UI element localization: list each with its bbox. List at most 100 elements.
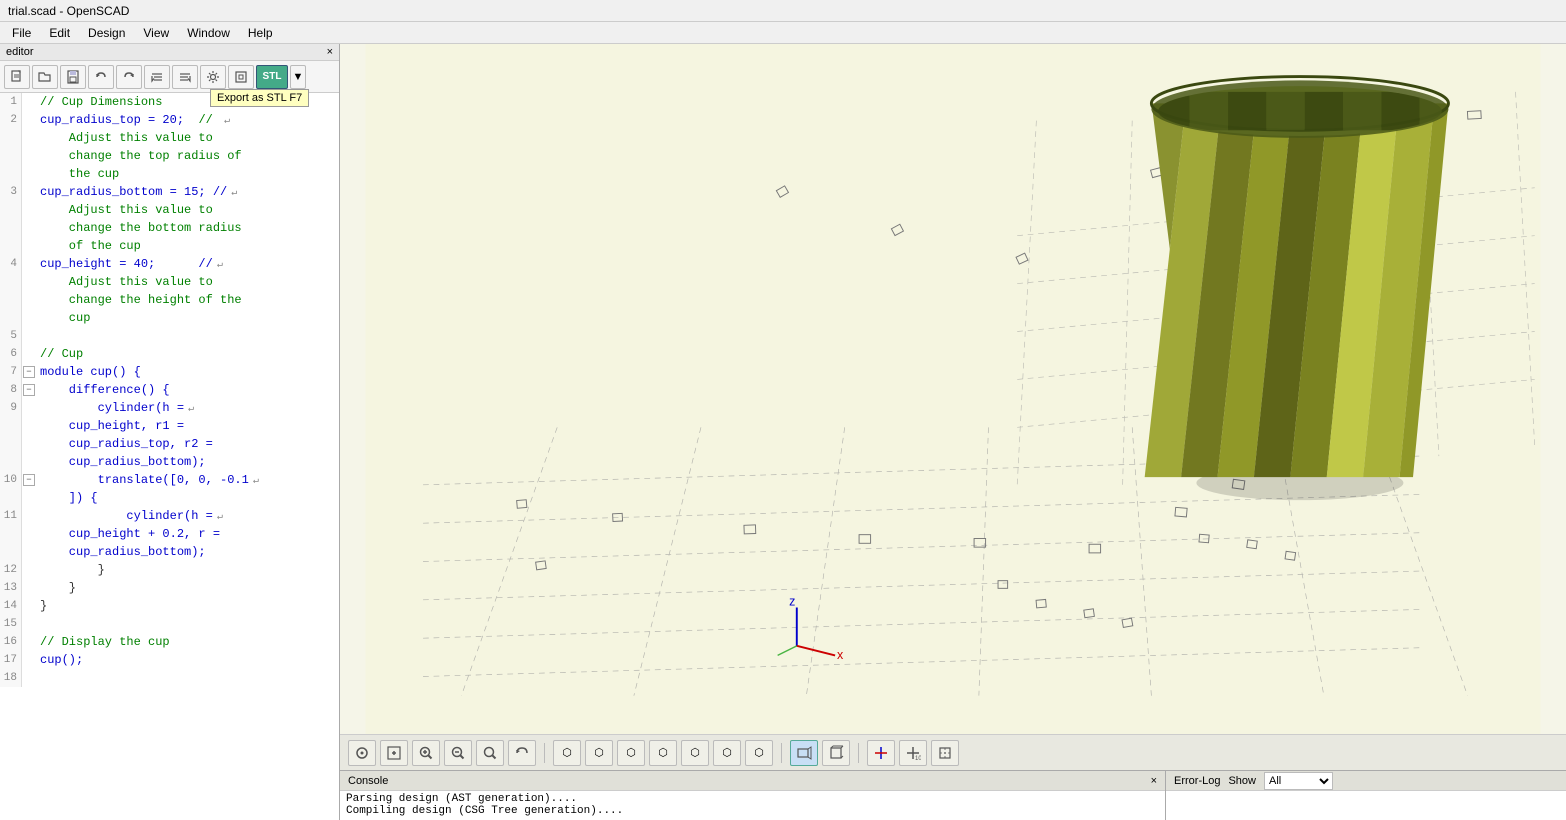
- view-ortho-button[interactable]: [822, 740, 850, 766]
- code-line-3: 3 cup_radius_bottom = 15; //↵: [0, 183, 339, 201]
- code-line-11b: cup_radius_bottom);: [0, 543, 339, 561]
- titlebar: trial.scad - OpenSCAD: [0, 0, 1566, 22]
- viewport[interactable]: z x: [340, 44, 1566, 734]
- reset-view-button[interactable]: [348, 740, 376, 766]
- console-line-1: Parsing design (AST generation)....: [346, 793, 1159, 805]
- bottom-panels: Console × Parsing design (AST generation…: [340, 770, 1566, 820]
- view-scales-button[interactable]: 10: [899, 740, 927, 766]
- code-line-9a: cup_height, r1 =: [0, 417, 339, 435]
- view-left-button[interactable]: ⬡: [617, 740, 645, 766]
- view-back-button[interactable]: ⬡: [713, 740, 741, 766]
- error-log-title: Error-Log: [1174, 775, 1220, 787]
- menu-view[interactable]: View: [135, 24, 177, 42]
- fold-icon-7[interactable]: −: [23, 366, 35, 378]
- cup-body: [1121, 103, 1449, 477]
- menu-file[interactable]: File: [4, 24, 39, 42]
- fold-icon-8[interactable]: −: [23, 384, 35, 396]
- code-line-15: 15: [0, 615, 339, 633]
- fold-arrow-11[interactable]: ↵: [217, 509, 231, 523]
- svg-text:x: x: [837, 648, 844, 662]
- view-diagonal-button[interactable]: ⬡: [745, 740, 773, 766]
- code-line-9c: cup_radius_bottom);: [0, 453, 339, 471]
- code-line-18: 18: [0, 669, 339, 687]
- fold-arrow-10[interactable]: ↵: [253, 473, 267, 487]
- view-axes-button[interactable]: [867, 740, 895, 766]
- view-persp-button[interactable]: [790, 740, 818, 766]
- zoom-out2-button[interactable]: [476, 740, 504, 766]
- settings-button[interactable]: [200, 65, 226, 89]
- console-title: Console: [348, 775, 388, 787]
- code-line-4: 4 cup_height = 40; //↵: [0, 255, 339, 273]
- new-button[interactable]: [4, 65, 30, 89]
- console-close[interactable]: ×: [1151, 775, 1157, 787]
- undo-button[interactable]: [88, 65, 114, 89]
- title-text: trial.scad - OpenSCAD: [8, 4, 129, 18]
- code-line-4a: Adjust this value to: [0, 273, 339, 291]
- svg-text:10: 10: [915, 756, 921, 761]
- code-line-5: 5: [0, 327, 339, 345]
- menu-design[interactable]: Design: [80, 24, 133, 42]
- fold-arrow-2[interactable]: ↵: [224, 113, 238, 127]
- code-line-8: 8 − difference() {: [0, 381, 339, 399]
- view-top-button[interactable]: ⬡: [553, 740, 581, 766]
- rotate-reset-button[interactable]: [508, 740, 536, 766]
- show-filter-select[interactable]: All Warnings Errors: [1264, 772, 1333, 790]
- code-line-12: 12 }: [0, 561, 339, 579]
- code-line-2a: Adjust this value to: [0, 129, 339, 147]
- svg-text:z: z: [789, 595, 795, 609]
- right-panel: z x: [340, 44, 1566, 820]
- menu-help[interactable]: Help: [240, 24, 281, 42]
- save-button[interactable]: [60, 65, 86, 89]
- code-line-10a: ]) {: [0, 489, 339, 507]
- view-bottom-button[interactable]: ⬡: [585, 740, 613, 766]
- fold-icon-10[interactable]: −: [23, 474, 35, 486]
- code-line-14: 14 }: [0, 597, 339, 615]
- editor-panel: editor ×: [0, 44, 340, 820]
- console-panel: Console × Parsing design (AST generation…: [340, 771, 1166, 820]
- main-layout: editor ×: [0, 44, 1566, 820]
- error-log-content: [1166, 791, 1566, 820]
- show-label: Show: [1228, 775, 1256, 787]
- export-stl-tooltip: Export as STL F7: [210, 89, 309, 107]
- code-line-3c: of the cup: [0, 237, 339, 255]
- view-right-button[interactable]: ⬡: [649, 740, 677, 766]
- code-line-11: 11 cylinder(h =↵: [0, 507, 339, 525]
- fold-arrow-3[interactable]: ↵: [231, 185, 245, 199]
- indent-button[interactable]: [144, 65, 170, 89]
- code-line-4b: change the height of the: [0, 291, 339, 309]
- view-crosshairs-button[interactable]: [931, 740, 959, 766]
- preview-button[interactable]: [228, 65, 254, 89]
- view-toolbar: ⬡ ⬡ ⬡ ⬡ ⬡ ⬡ ⬡ 10: [340, 734, 1566, 770]
- export-stl-button[interactable]: STL: [256, 65, 288, 89]
- code-line-6: 6 // Cup: [0, 345, 339, 363]
- view-front-button[interactable]: ⬡: [681, 740, 709, 766]
- error-log-panel: Error-Log Show All Warnings Errors: [1166, 771, 1566, 820]
- code-line-3b: change the bottom radius: [0, 219, 339, 237]
- code-line-3a: Adjust this value to: [0, 201, 339, 219]
- code-line-16: 16 // Display the cup: [0, 633, 339, 651]
- unindent-button[interactable]: [172, 65, 198, 89]
- console-content[interactable]: Parsing design (AST generation).... Comp…: [340, 791, 1165, 820]
- console-line-2: Compiling design (CSG Tree generation)..…: [346, 805, 1159, 817]
- zoom-in-button[interactable]: [412, 740, 440, 766]
- code-line-2: 2 cup_radius_top = 20; // ↵: [0, 111, 339, 129]
- console-header: Console ×: [340, 771, 1165, 791]
- code-line-2b: change the top radius of: [0, 147, 339, 165]
- open-button[interactable]: [32, 65, 58, 89]
- redo-button[interactable]: [116, 65, 142, 89]
- editor-titlebar: editor ×: [0, 44, 339, 61]
- zoom-out-button[interactable]: [444, 740, 472, 766]
- fold-arrow-9[interactable]: ↵: [188, 401, 202, 415]
- zoom-fit-button[interactable]: [380, 740, 408, 766]
- editor-close-btn[interactable]: ×: [327, 46, 333, 58]
- fold-arrow-4[interactable]: ↵: [217, 257, 231, 271]
- export-arrow-button[interactable]: ▼: [290, 65, 306, 89]
- code-line-17: 17 cup();: [0, 651, 339, 669]
- editor-toolbar: STL ▼ Export as STL F7: [0, 61, 339, 93]
- menu-window[interactable]: Window: [179, 24, 238, 42]
- error-log-header: Error-Log Show All Warnings Errors: [1166, 771, 1566, 791]
- toolbar-separator-1: [544, 743, 545, 763]
- menu-edit[interactable]: Edit: [41, 24, 78, 42]
- code-editor[interactable]: 1 // Cup Dimensions 2 cup_radius_top = 2…: [0, 93, 339, 820]
- code-line-9: 9 cylinder(h =↵: [0, 399, 339, 417]
